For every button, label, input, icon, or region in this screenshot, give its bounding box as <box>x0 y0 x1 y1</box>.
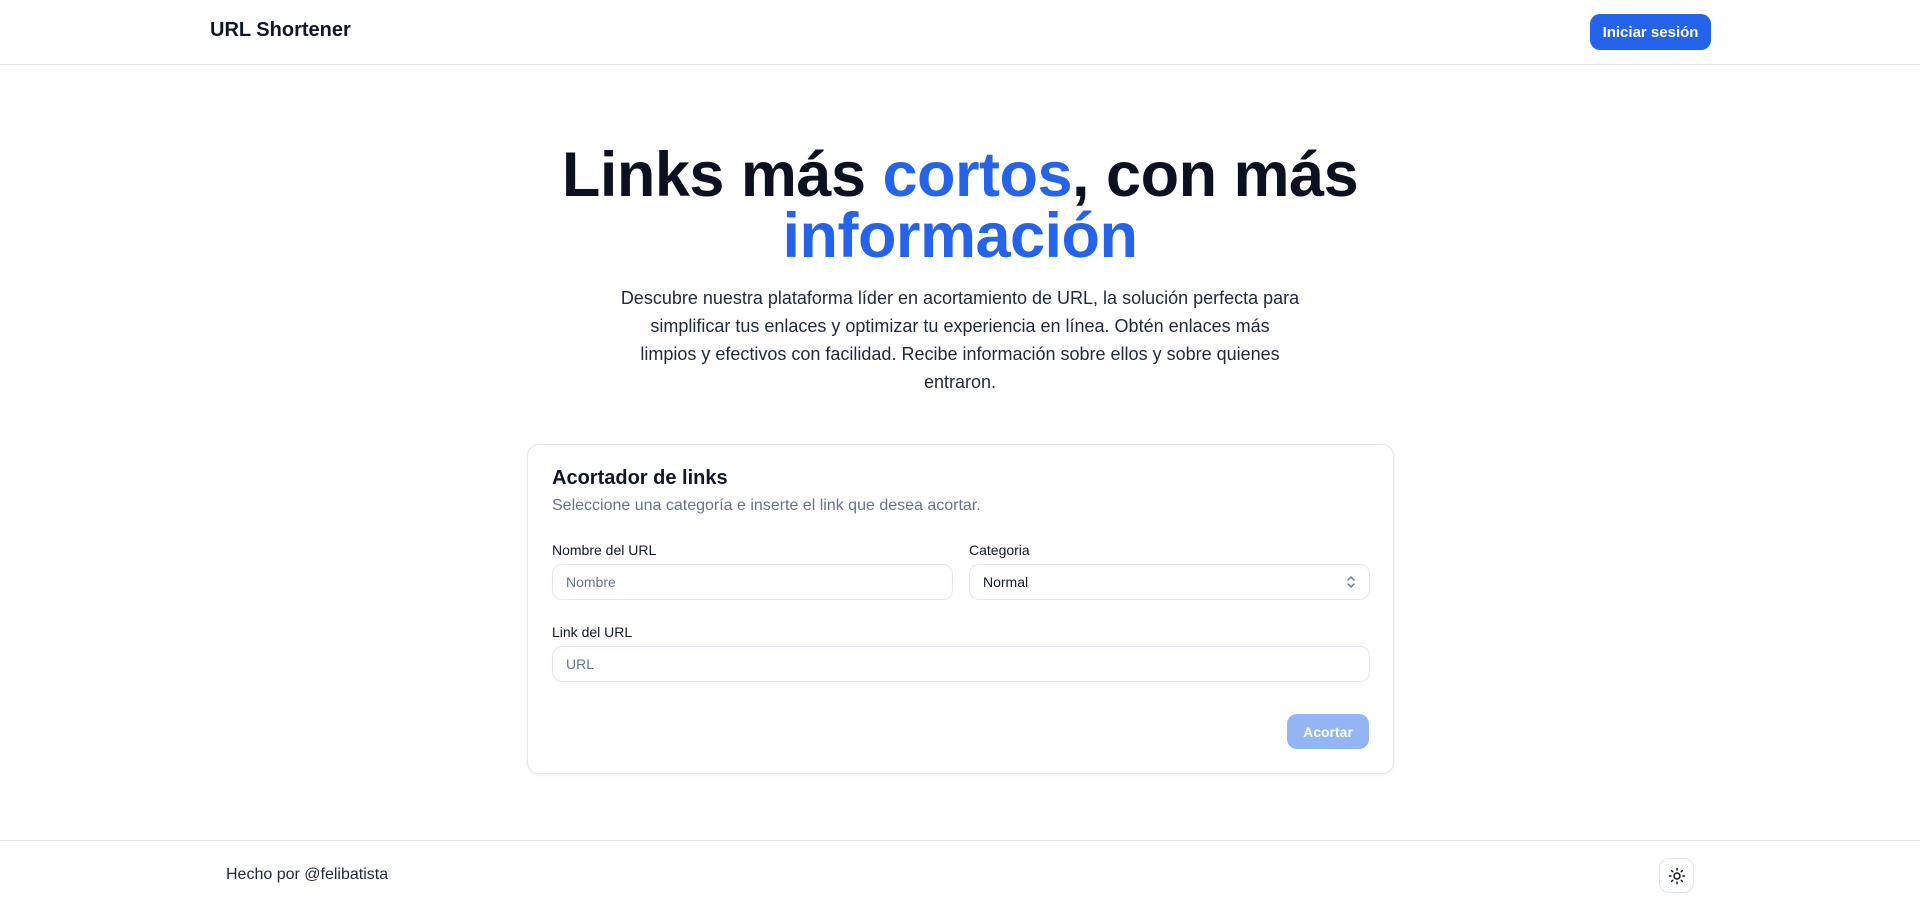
card-title: Acortador de links <box>552 467 728 489</box>
category-select-value: Normal <box>983 574 1029 590</box>
footer-credit: Hecho por @felibatista <box>226 866 389 883</box>
login-button[interactable]: Iniciar sesión <box>1590 14 1711 50</box>
link-field-label: Link del URL <box>552 624 633 640</box>
hero-title-accent-cortos: cortos <box>882 140 1073 210</box>
shorten-button[interactable]: Acortar <box>1287 714 1369 749</box>
hero-description: Descubre nuestra plataforma líder en aco… <box>620 288 1300 392</box>
category-field-label: Categoria <box>969 542 1030 558</box>
category-select[interactable]: Normal <box>969 564 1370 600</box>
theme-toggle-button[interactable] <box>1659 858 1694 893</box>
url-input[interactable] <box>552 646 1370 682</box>
hero-title-accent-informacion: información <box>782 201 1138 271</box>
card-subtitle: Seleccione una categoría e inserte el li… <box>552 497 981 514</box>
name-field-label: Nombre del URL <box>552 542 657 558</box>
hero-title-part1: Links más <box>561 140 883 210</box>
shortener-card: Acortador de links Seleccione una catego… <box>527 444 1394 774</box>
hero-title-part2: , con más <box>1072 140 1359 210</box>
chevron-up-down-icon <box>1347 576 1355 588</box>
name-input[interactable] <box>552 564 953 600</box>
sun-icon <box>1668 867 1685 884</box>
brand-title[interactable]: URL Shortener <box>210 19 351 42</box>
hero-title: Links más cortos, con más información <box>560 144 1360 268</box>
top-navbar: URL Shortener Iniciar sesión <box>0 0 1920 65</box>
footer: Hecho por @felibatista <box>0 840 1920 903</box>
